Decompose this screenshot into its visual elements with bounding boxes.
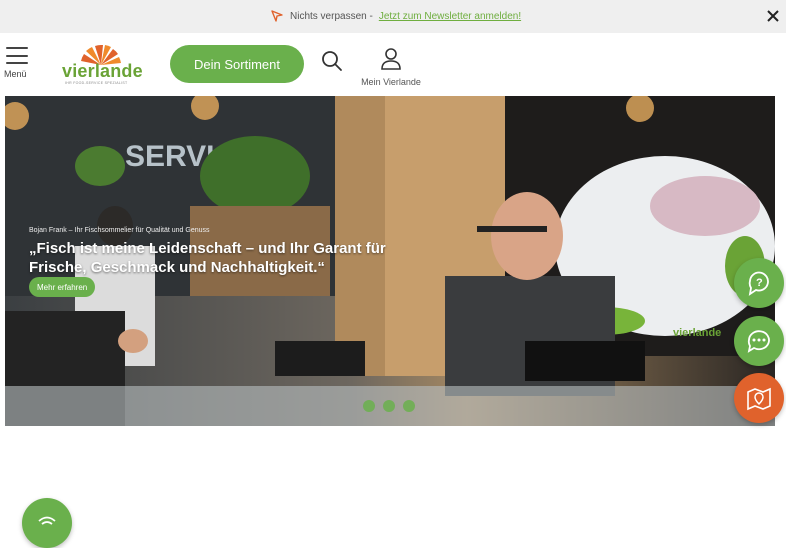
account-link[interactable]: Mein Vierlande bbox=[358, 47, 424, 87]
menu-button[interactable]: Menü bbox=[4, 47, 34, 79]
svg-text:?: ? bbox=[756, 277, 763, 289]
slider-dots bbox=[363, 400, 415, 412]
vierlande-logo[interactable]: vierlande IHR FOOD-SERVICE SPEZIALIST bbox=[60, 41, 143, 87]
chat-icon bbox=[747, 330, 770, 353]
newsletter-message: Nichts verpassen - Jetzt zum Newsletter … bbox=[270, 9, 521, 23]
slider-dot[interactable] bbox=[383, 400, 395, 412]
menu-label: Menü bbox=[4, 69, 27, 79]
newsletter-bar: Nichts verpassen - Jetzt zum Newsletter … bbox=[0, 0, 786, 33]
newsletter-link[interactable]: Jetzt zum Newsletter anmelden! bbox=[379, 11, 521, 22]
hamburger-icon bbox=[6, 47, 28, 64]
chat-button[interactable] bbox=[734, 316, 784, 366]
user-icon bbox=[381, 48, 401, 70]
logo-wordmark: vierlande bbox=[62, 61, 143, 81]
close-icon[interactable] bbox=[764, 7, 782, 25]
map-button[interactable] bbox=[734, 373, 784, 423]
wifi-icon bbox=[38, 516, 56, 525]
bottom-fab-button[interactable] bbox=[22, 498, 72, 548]
slider-dot[interactable] bbox=[403, 400, 415, 412]
site-header: Menü vierlande IHR FOOD-SERVICE SPEZIALI… bbox=[0, 33, 786, 96]
hero-subtitle: Bojan Frank – Ihr Fischsommelier für Qua… bbox=[29, 227, 210, 234]
sortiment-button[interactable]: Dein Sortiment bbox=[170, 45, 304, 83]
hero-banner: SERVICE vierlande Bojan Frank – Ihr Fisc… bbox=[5, 96, 775, 426]
svg-text:vierlande: vierlande bbox=[673, 327, 721, 339]
slider-dot[interactable] bbox=[363, 400, 375, 412]
hero-quote: „Fisch ist meine Leidenschaft – und Ihr … bbox=[29, 240, 386, 276]
help-icon: ? bbox=[748, 271, 769, 296]
logo-tagline: IHR FOOD-SERVICE SPEZIALIST bbox=[65, 81, 128, 85]
map-icon bbox=[747, 387, 771, 411]
help-button[interactable]: ? bbox=[734, 258, 784, 308]
newsletter-text: Nichts verpassen - bbox=[290, 10, 373, 22]
cursor-icon bbox=[271, 10, 283, 22]
account-label: Mein Vierlande bbox=[361, 77, 421, 87]
hero-caption: Bojan Frank – Ihr Fischsommelier für Qua… bbox=[29, 227, 389, 277]
mehr-erfahren-button[interactable]: Mehr erfahren bbox=[29, 277, 96, 297]
search-icon[interactable] bbox=[320, 49, 344, 73]
